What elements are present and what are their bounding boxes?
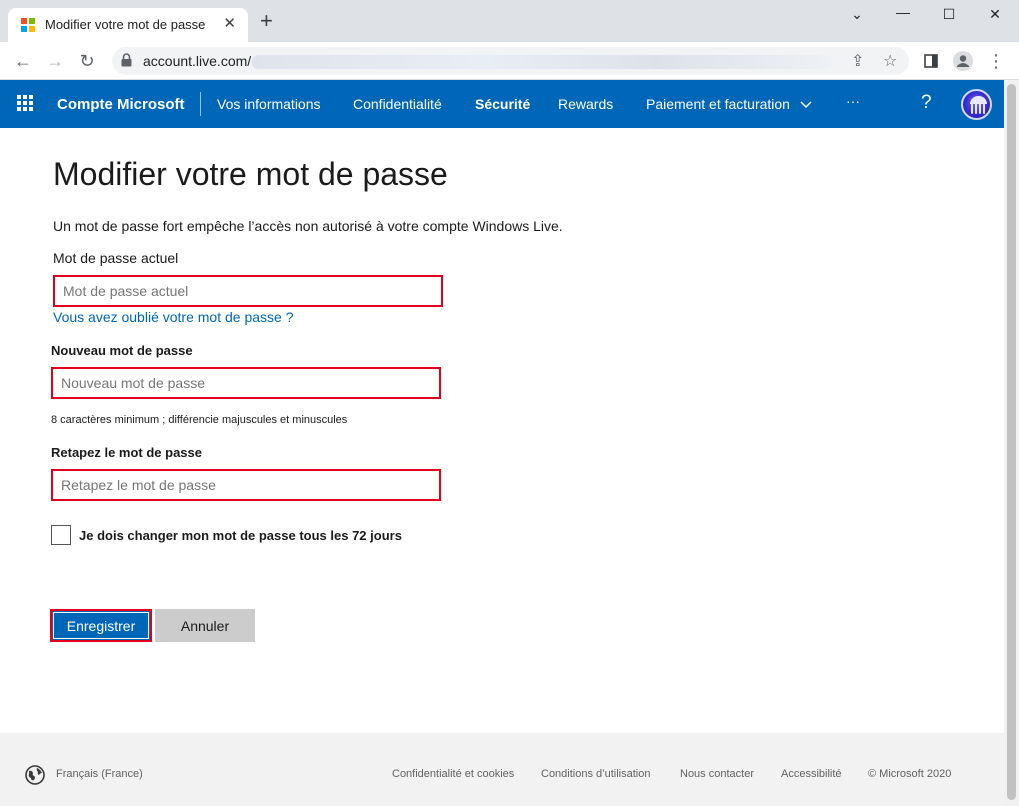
microsoft-logo-icon [21, 18, 35, 32]
nav-item-paiement[interactable]: Paiement et facturation [646, 96, 812, 112]
footer-link-terms[interactable]: Conditions d’utilisation [541, 768, 650, 780]
footer-link-accessibility[interactable]: Accessibilité [781, 768, 842, 780]
page-title: Modifier votre mot de passe [53, 156, 448, 192]
address-bar[interactable]: account.live.com/ ⇪ ☆ [112, 47, 909, 75]
footer-copyright: © Microsoft 2020 [868, 768, 952, 780]
password-hint: 8 caractères minimum ; différencie majus… [51, 414, 348, 426]
language-selector[interactable]: Français (France) [56, 768, 143, 780]
url-redacted [252, 55, 832, 69]
forgot-password-link[interactable]: Vous avez oublié votre mot de passe ? [53, 309, 293, 325]
scrollbar-thumb[interactable] [1007, 84, 1016, 800]
forward-icon[interactable]: → [44, 50, 66, 72]
profile-icon[interactable] [952, 50, 974, 72]
new-password-label: Nouveau mot de passe [51, 343, 193, 358]
cancel-button[interactable]: Annuler [155, 609, 255, 642]
side-panel-icon[interactable] [924, 54, 938, 68]
help-icon[interactable]: ? [921, 92, 932, 114]
nav-divider [200, 92, 201, 116]
expire-password-checkbox[interactable] [51, 525, 71, 545]
chevron-down-icon [800, 101, 812, 109]
nav-item-vos-informations[interactable]: Vos informations [217, 96, 321, 112]
app-launcher-icon[interactable] [17, 95, 33, 111]
share-icon[interactable]: ⇪ [851, 51, 864, 71]
nav-item-confidentialite[interactable]: Confidentialité [353, 96, 442, 112]
back-icon[interactable]: ← [12, 50, 34, 72]
nav-brand[interactable]: Compte Microsoft [57, 96, 185, 113]
maximize-icon[interactable]: ☐ [934, 6, 964, 23]
page-scrollbar[interactable] [1004, 80, 1019, 806]
current-password-label: Mot de passe actuel [53, 250, 179, 266]
bookmark-star-icon[interactable]: ☆ [883, 51, 897, 71]
footer-link-contact[interactable]: Nous contacter [680, 768, 754, 780]
lock-icon [121, 53, 132, 67]
intro-text: Un mot de passe fort empêche l’accès non… [53, 218, 563, 234]
globe-icon[interactable] [25, 765, 45, 785]
footer: Français (France) Confidentialité et coo… [0, 733, 1004, 806]
tab-search-icon[interactable]: ⌄ [842, 6, 872, 23]
reload-icon[interactable]: ↻ [76, 50, 98, 72]
retype-password-label: Retapez le mot de passe [51, 445, 202, 460]
browser-tab[interactable]: Modifier votre mot de passe ✕ [8, 8, 248, 42]
new-password-field[interactable] [51, 367, 441, 399]
browser-toolbar: ← → ↻ account.live.com/ ⇪ ☆ ⋮ [0, 42, 1019, 80]
window-close-icon[interactable]: ✕ [980, 6, 1010, 23]
expire-password-label[interactable]: Je dois changer mon mot de passe tous le… [79, 528, 402, 543]
tab-close-icon[interactable]: ✕ [223, 16, 236, 32]
main-content: Modifier votre mot de passe Un mot de pa… [0, 128, 1004, 733]
current-password-field[interactable] [53, 275, 443, 307]
new-tab-icon[interactable]: + [260, 10, 273, 32]
nav-item-paiement-label: Paiement et facturation [646, 96, 790, 112]
nav-item-securite[interactable]: Sécurité [475, 96, 530, 112]
nav-more-button[interactable]: ··· [846, 93, 860, 109]
minimize-icon[interactable]: — [888, 4, 918, 20]
browser-titlebar: Modifier votre mot de passe ✕ + ⌄ — ☐ ✕ [0, 0, 1019, 42]
account-nav: Compte Microsoft Vos informations Confid… [0, 80, 1004, 128]
avatar[interactable] [961, 89, 992, 120]
nav-item-rewards[interactable]: Rewards [558, 96, 613, 112]
tab-title: Modifier votre mot de passe [45, 17, 206, 32]
retype-password-field[interactable] [51, 469, 441, 501]
footer-link-privacy[interactable]: Confidentialité et cookies [392, 768, 514, 780]
more-menu-icon[interactable]: ⋮ [985, 50, 1007, 72]
url-text: account.live.com/ [143, 53, 252, 69]
save-button[interactable]: Enregistrer [50, 609, 152, 642]
